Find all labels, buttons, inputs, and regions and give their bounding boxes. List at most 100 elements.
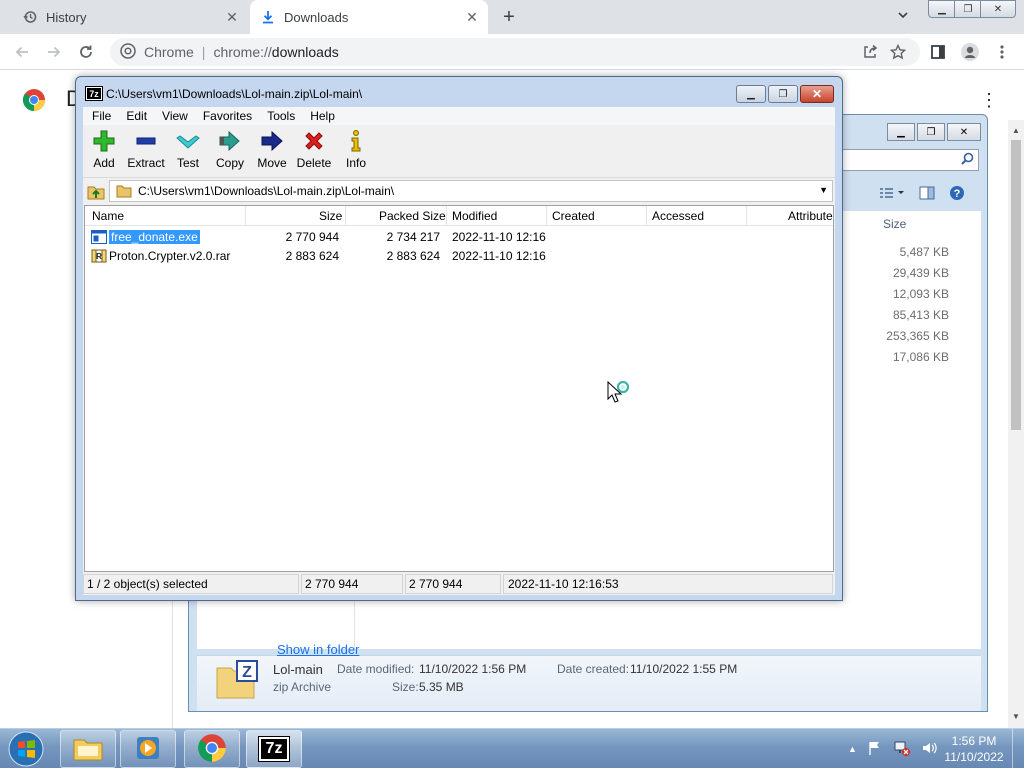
chrome-close-button[interactable]: ✕ bbox=[980, 0, 1016, 18]
copy-button[interactable]: Copy bbox=[209, 130, 251, 176]
tab-downloads[interactable]: Downloads ✕ bbox=[250, 0, 488, 34]
profile-avatar-icon[interactable] bbox=[958, 40, 982, 64]
menu-edit[interactable]: Edit bbox=[117, 109, 153, 123]
taskbar-7zip-button[interactable]: 7z bbox=[246, 730, 302, 768]
file-modified: 2022-11-10 12:16 bbox=[452, 230, 546, 244]
forward-arrow-icon[interactable] bbox=[42, 40, 66, 64]
details-date-modified: 11/10/2022 1:56 PM bbox=[419, 662, 527, 676]
file-modified: 2022-11-10 12:16 bbox=[452, 249, 546, 263]
chrome-minimize-button[interactable]: ▁ bbox=[928, 0, 956, 18]
explorer-close-button[interactable]: ✕ bbox=[947, 123, 981, 141]
file-explorer-icon bbox=[72, 734, 104, 765]
sevenzip-close-button[interactable]: ✕ bbox=[800, 85, 834, 103]
column-created[interactable]: Created bbox=[552, 209, 595, 223]
delete-button[interactable]: Delete bbox=[293, 130, 335, 176]
file-row[interactable]: free_donate.exe 2 770 944 2 734 217 2022… bbox=[85, 227, 833, 246]
file-row[interactable]: R Proton.Crypter.v2.0.rar 2 883 624 2 88… bbox=[85, 246, 833, 265]
path-dropdown-icon[interactable]: ▼ bbox=[819, 185, 828, 195]
column-attribute[interactable]: Attribute bbox=[788, 209, 833, 223]
sevenzip-list-header: Name Size Packed Size Modified Created A… bbox=[85, 206, 833, 226]
menu-view[interactable]: View bbox=[153, 109, 194, 123]
address-bar[interactable]: Chrome | chrome://downloads bbox=[110, 38, 920, 66]
column-accessed[interactable]: Accessed bbox=[652, 209, 704, 223]
delete-x-icon bbox=[302, 130, 326, 152]
reload-icon[interactable] bbox=[74, 40, 98, 64]
taskbar-clock[interactable]: 1:56 PM 11/10/2022 bbox=[940, 733, 1008, 765]
close-tab-downloads-icon[interactable]: ✕ bbox=[464, 9, 480, 25]
sevenzip-minimize-button[interactable]: ▁ bbox=[736, 85, 766, 103]
bookmark-star-icon[interactable] bbox=[886, 40, 910, 64]
column-modified[interactable]: Modified bbox=[452, 209, 497, 223]
explorer-search-input[interactable] bbox=[839, 149, 979, 171]
clock-date: 11/10/2022 bbox=[944, 750, 1004, 764]
menu-help[interactable]: Help bbox=[301, 109, 341, 123]
sevenzip-file-list[interactable]: Name Size Packed Size Modified Created A… bbox=[84, 205, 834, 572]
view-options-icon[interactable] bbox=[879, 187, 905, 202]
taskbar-explorer-button[interactable] bbox=[60, 730, 116, 768]
url-text: chrome://downloads bbox=[213, 44, 339, 60]
explorer-minimize-button[interactable]: ▁ bbox=[887, 123, 915, 141]
file-packed-size: 2 883 624 bbox=[386, 249, 440, 263]
network-icon[interactable] bbox=[893, 740, 911, 759]
menu-favorites[interactable]: Favorites bbox=[194, 109, 258, 123]
sevenzip-taskbar-icon: 7z bbox=[258, 736, 290, 762]
chrome-tab-strip: History ✕ Downloads ✕ + ▁ ❐ ✕ bbox=[0, 0, 1024, 34]
move-arrow-icon bbox=[260, 130, 284, 152]
sevenzip-titlebar[interactable]: 7z C:\Users\vm1\Downloads\Lol-main.zip\L… bbox=[76, 77, 842, 107]
preview-pane-icon[interactable] bbox=[919, 186, 935, 203]
show-hidden-icons-arrow-icon[interactable]: ▲ bbox=[848, 744, 857, 754]
close-tab-history-icon[interactable]: ✕ bbox=[224, 9, 240, 25]
sevenzip-window-title: C:\Users\vm1\Downloads\Lol-main.zip\Lol-… bbox=[106, 87, 363, 101]
tab-search-chevron-icon[interactable] bbox=[896, 8, 914, 26]
add-button[interactable]: Add bbox=[83, 130, 125, 176]
details-size: 5.35 MB bbox=[419, 680, 464, 694]
start-button[interactable] bbox=[6, 730, 46, 768]
explorer-size-cell: 17,086 KB bbox=[892, 350, 949, 364]
show-desktop-button[interactable] bbox=[1012, 729, 1024, 769]
action-center-flag-icon[interactable] bbox=[867, 740, 883, 759]
info-button[interactable]: Info bbox=[335, 130, 377, 176]
taskbar-media-player-button[interactable] bbox=[120, 730, 176, 768]
side-panel-icon[interactable] bbox=[926, 40, 950, 64]
copy-arrow-icon bbox=[218, 130, 242, 152]
explorer-size-cell: 253,365 KB bbox=[886, 329, 949, 343]
share-icon[interactable] bbox=[858, 40, 882, 64]
tab-history-label: History bbox=[46, 9, 87, 25]
chrome-menu-kebab-icon[interactable] bbox=[990, 40, 1014, 64]
explorer-size-cell: 85,413 KB bbox=[892, 308, 949, 322]
new-tab-button[interactable]: + bbox=[498, 6, 520, 28]
column-name[interactable]: Name bbox=[92, 209, 124, 223]
show-in-folder-link[interactable]: Show in folder bbox=[277, 642, 359, 657]
busy-cursor-icon bbox=[607, 380, 637, 407]
sevenzip-path-input[interactable]: C:\Users\vm1\Downloads\Lol-main.zip\Lol-… bbox=[109, 180, 833, 202]
column-size[interactable]: Size bbox=[319, 209, 342, 223]
system-tray: ▲ bbox=[842, 733, 942, 765]
page-scrollbar[interactable]: ▲ ▼ bbox=[1008, 120, 1024, 728]
folder-up-icon[interactable] bbox=[87, 182, 105, 200]
sevenzip-address-row: C:\Users\vm1\Downloads\Lol-main.zip\Lol-… bbox=[83, 179, 835, 203]
explorer-maximize-button[interactable]: ❐ bbox=[917, 123, 945, 141]
tab-history[interactable]: History ✕ bbox=[12, 0, 248, 34]
explorer-size-column-header[interactable]: Size bbox=[883, 217, 906, 231]
downloads-menu-kebab-icon[interactable]: ⋮ bbox=[980, 90, 998, 111]
help-icon[interactable]: ? bbox=[949, 185, 965, 204]
test-button[interactable]: Test bbox=[167, 130, 209, 176]
media-player-icon bbox=[134, 734, 162, 765]
move-button[interactable]: Move bbox=[251, 130, 293, 176]
volume-icon[interactable] bbox=[921, 740, 937, 759]
svg-text:R: R bbox=[96, 252, 102, 261]
back-arrow-icon[interactable] bbox=[10, 40, 34, 64]
chrome-restore-button[interactable]: ❐ bbox=[954, 0, 982, 18]
search-icon bbox=[961, 152, 974, 168]
svg-text:Z: Z bbox=[242, 664, 252, 681]
extract-button[interactable]: Extract bbox=[125, 130, 167, 176]
scrollbar-thumb[interactable] bbox=[1011, 140, 1021, 430]
sevenzip-path-text: C:\Users\vm1\Downloads\Lol-main.zip\Lol-… bbox=[138, 184, 395, 198]
menu-tools[interactable]: Tools bbox=[258, 109, 301, 123]
taskbar: 7z ▲ 1:56 PM 11/10/2022 bbox=[0, 728, 1024, 769]
status-packed: 2 770 944 bbox=[405, 574, 501, 594]
sevenzip-maximize-button[interactable]: ❐ bbox=[768, 85, 798, 103]
taskbar-chrome-button[interactable] bbox=[184, 730, 240, 768]
column-packed-size[interactable]: Packed Size bbox=[379, 209, 446, 223]
menu-file[interactable]: File bbox=[83, 109, 117, 123]
